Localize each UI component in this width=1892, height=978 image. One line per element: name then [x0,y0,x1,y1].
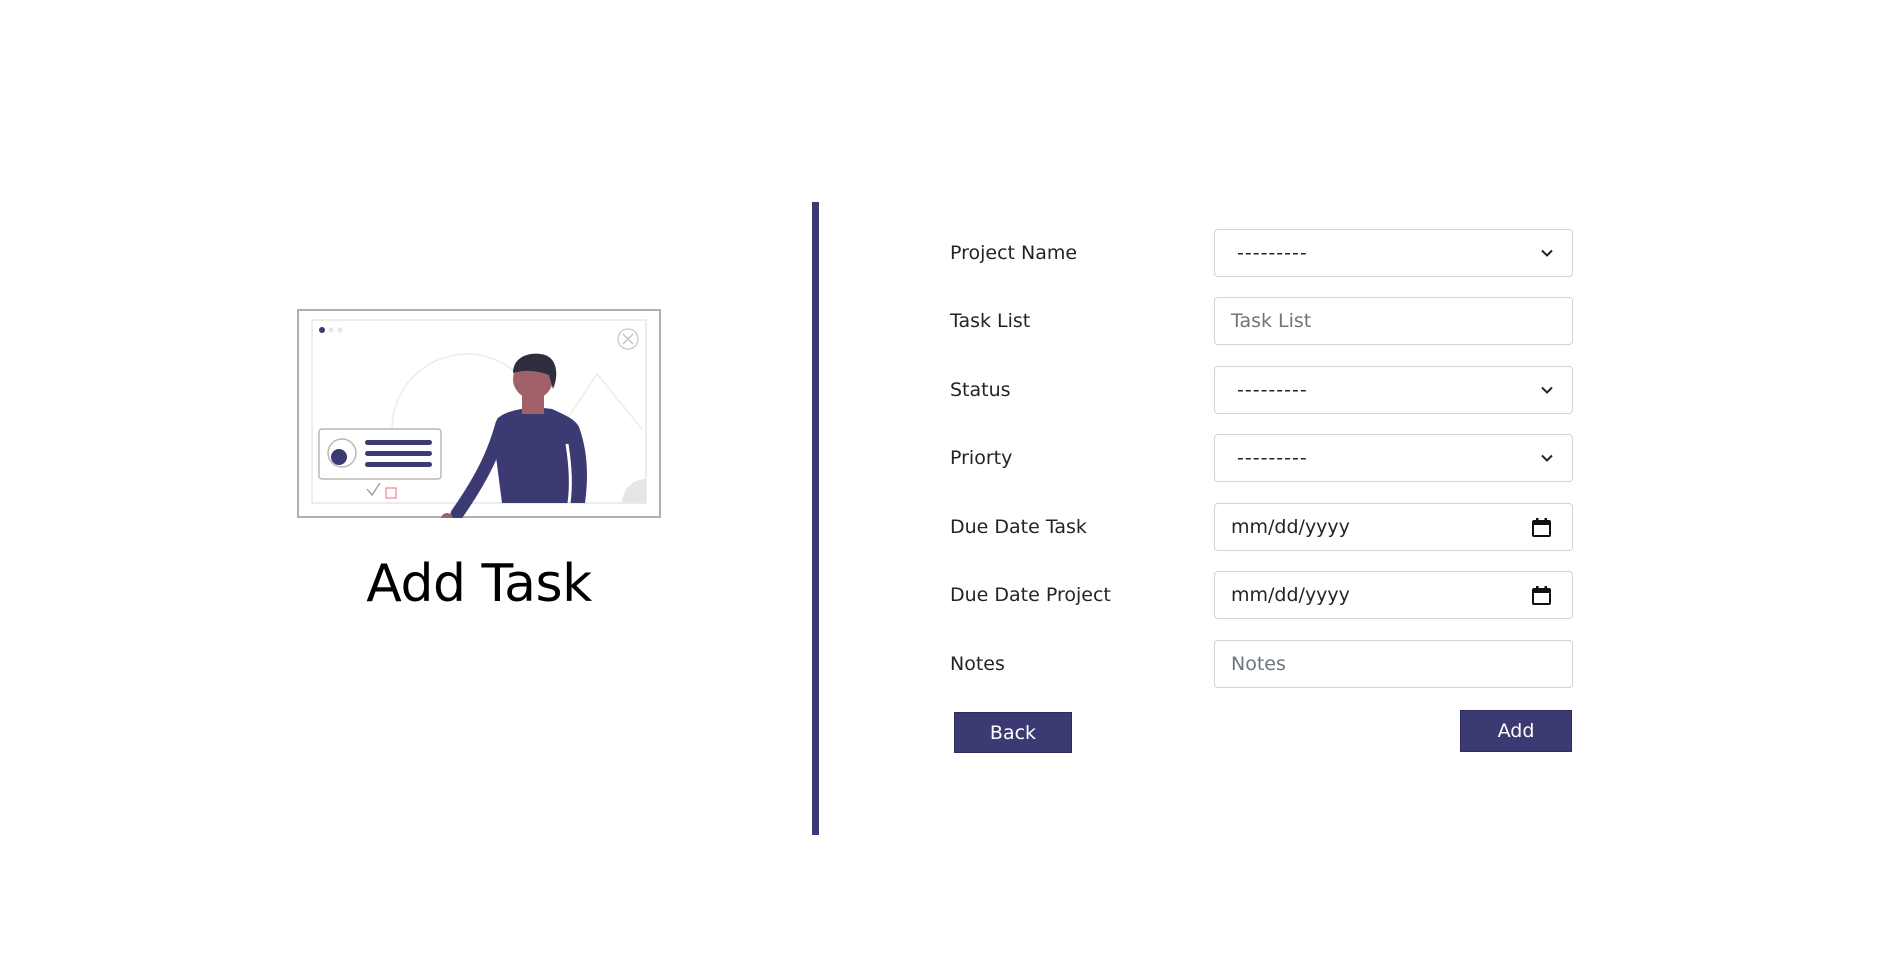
notes-row: Notes Notes [950,639,1573,689]
left-panel: Add Task [0,0,815,978]
due-date-project-input[interactable]: mm/dd/yyyy [1214,571,1573,619]
vertical-divider [812,202,819,835]
priority-value: --------- [1237,447,1308,469]
chevron-down-icon [1541,249,1553,257]
back-button[interactable]: Back [954,712,1072,753]
priority-select[interactable]: --------- [1214,434,1573,482]
task-list-row: Task List Task List [950,296,1573,346]
project-name-label: Project Name [950,242,1078,264]
page-title: Add Task [366,554,592,614]
chevron-down-icon [1541,454,1553,462]
due-date-task-placeholder: mm/dd/yyyy [1231,516,1350,538]
chevron-down-icon [1541,386,1553,394]
due-date-project-placeholder: mm/dd/yyyy [1231,584,1350,606]
task-list-label: Task List [950,310,1031,332]
priority-label: Priorty [950,447,1013,469]
project-name-row: Project Name --------- [950,228,1573,278]
calendar-icon[interactable] [1531,585,1552,606]
due-date-task-input[interactable]: mm/dd/yyyy [1214,503,1573,551]
due-date-project-label: Due Date Project [950,584,1111,606]
status-label: Status [950,379,1011,401]
calendar-icon[interactable] [1531,517,1552,538]
due-date-task-row: Due Date Task mm/dd/yyyy [950,502,1573,552]
task-list-input[interactable]: Task List [1214,297,1573,345]
notes-input[interactable]: Notes [1214,640,1573,688]
status-select[interactable]: --------- [1214,366,1573,414]
add-button[interactable]: Add [1460,710,1572,752]
person-presenting-illustration [297,309,661,518]
due-date-project-row: Due Date Project mm/dd/yyyy [950,570,1573,620]
status-value: --------- [1237,379,1308,401]
priority-row: Priorty --------- [950,433,1573,483]
status-row: Status --------- [950,365,1573,415]
project-name-value: --------- [1237,242,1308,264]
due-date-task-label: Due Date Task [950,516,1087,538]
project-name-select[interactable]: --------- [1214,229,1573,277]
notes-label: Notes [950,653,1005,675]
